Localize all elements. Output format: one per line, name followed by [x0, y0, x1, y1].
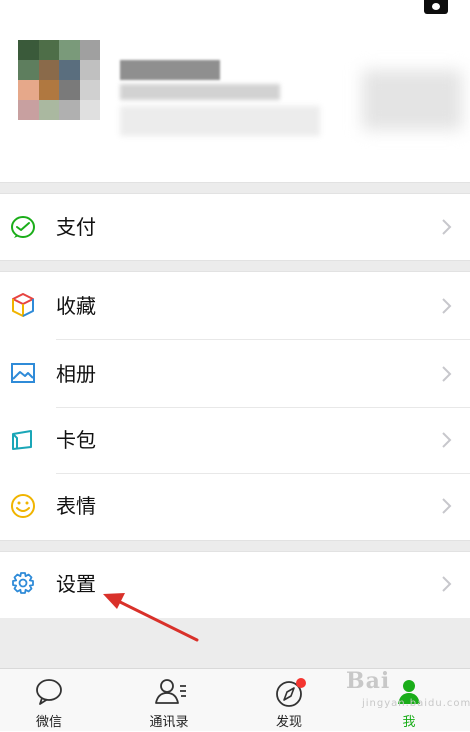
- menu-item-pay[interactable]: 支付: [0, 194, 470, 260]
- menu-item-favorites[interactable]: 收藏: [0, 272, 470, 340]
- avatar-mosaic-cell: [38, 60, 59, 80]
- avatar-mosaic-cell: [79, 80, 100, 100]
- avatar-mosaic-cell: [59, 120, 80, 140]
- watermark: Bai jingyan.baidu.com: [346, 668, 470, 716]
- qr-code-redacted[interactable]: [362, 70, 462, 130]
- pay-icon: [11, 216, 35, 238]
- profile-info-redacted: [120, 106, 320, 136]
- favorites-cube-icon: [12, 293, 34, 317]
- menu-item-stickers[interactable]: 表情: [0, 474, 470, 540]
- avatar-mosaic-cell: [38, 80, 59, 100]
- wallet-card-icon: [12, 430, 32, 450]
- nickname-redacted: [120, 60, 220, 80]
- gear-icon: [12, 572, 34, 594]
- chevron-right-icon: [442, 432, 452, 448]
- chevron-right-icon: [442, 498, 452, 514]
- smiley-icon: [11, 494, 35, 518]
- wechat-id-redacted: [120, 84, 280, 100]
- avatar-mosaic-cell: [18, 100, 39, 120]
- notification-dot-icon: [296, 678, 306, 688]
- album-icon: [11, 363, 35, 383]
- chevron-right-icon: [442, 366, 452, 382]
- avatar-mosaic-cell: [38, 100, 59, 120]
- avatar-mosaic-cell: [18, 120, 39, 140]
- section-divider: [0, 260, 470, 272]
- chat-bubble-icon: [36, 679, 62, 705]
- menu-label-favorites: 收藏: [56, 294, 96, 318]
- avatar-mosaic-cell: [38, 120, 59, 140]
- avatar-mosaic-cell: [79, 40, 100, 60]
- avatar-mosaic-cell: [18, 40, 39, 60]
- watermark-brand: Bai: [346, 668, 391, 694]
- tab-label-chats: 微信: [35, 715, 62, 730]
- avatar-mosaic-cell: [59, 80, 80, 100]
- menu-label-album: 相册: [56, 362, 96, 386]
- compass-icon: [276, 678, 306, 707]
- chevron-right-icon: [442, 298, 452, 314]
- avatar[interactable]: [18, 40, 100, 140]
- tab-contacts[interactable]: 通讯录: [124, 669, 214, 732]
- watermark-url: jingyan.baidu.com: [362, 698, 470, 709]
- avatar-mosaic-cell: [79, 100, 100, 120]
- avatar-mosaic-cell: [38, 40, 59, 60]
- menu-label-settings: 设置: [56, 572, 96, 596]
- avatar-mosaic-cell: [59, 40, 80, 60]
- empty-area: [0, 618, 470, 668]
- profile-header[interactable]: [0, 0, 470, 182]
- section-divider: [0, 182, 470, 194]
- camera-icon[interactable]: [424, 0, 448, 14]
- avatar-mosaic-cell: [79, 120, 100, 140]
- avatar-mosaic-cell: [18, 80, 39, 100]
- avatar-mosaic-cell: [59, 60, 80, 80]
- avatar-mosaic-cell: [59, 100, 80, 120]
- tab-label-contacts: 通讯录: [149, 715, 189, 730]
- tab-label-discover: 发现: [275, 715, 302, 730]
- chevron-right-icon: [442, 576, 452, 592]
- tab-discover[interactable]: 发现: [244, 669, 334, 732]
- menu-item-settings[interactable]: 设置: [0, 552, 470, 618]
- menu-item-wallet[interactable]: 卡包: [0, 408, 470, 474]
- avatar-mosaic-cell: [18, 60, 39, 80]
- tab-chats[interactable]: 微信: [4, 669, 94, 732]
- menu-label-pay: 支付: [56, 215, 96, 239]
- avatar-mosaic-cell: [79, 60, 100, 80]
- section-divider: [0, 540, 470, 552]
- menu-item-album[interactable]: 相册: [0, 340, 470, 408]
- chevron-right-icon: [442, 219, 452, 235]
- menu-label-stickers: 表情: [56, 494, 96, 518]
- contacts-icon: [155, 679, 186, 704]
- menu-label-wallet: 卡包: [56, 428, 96, 452]
